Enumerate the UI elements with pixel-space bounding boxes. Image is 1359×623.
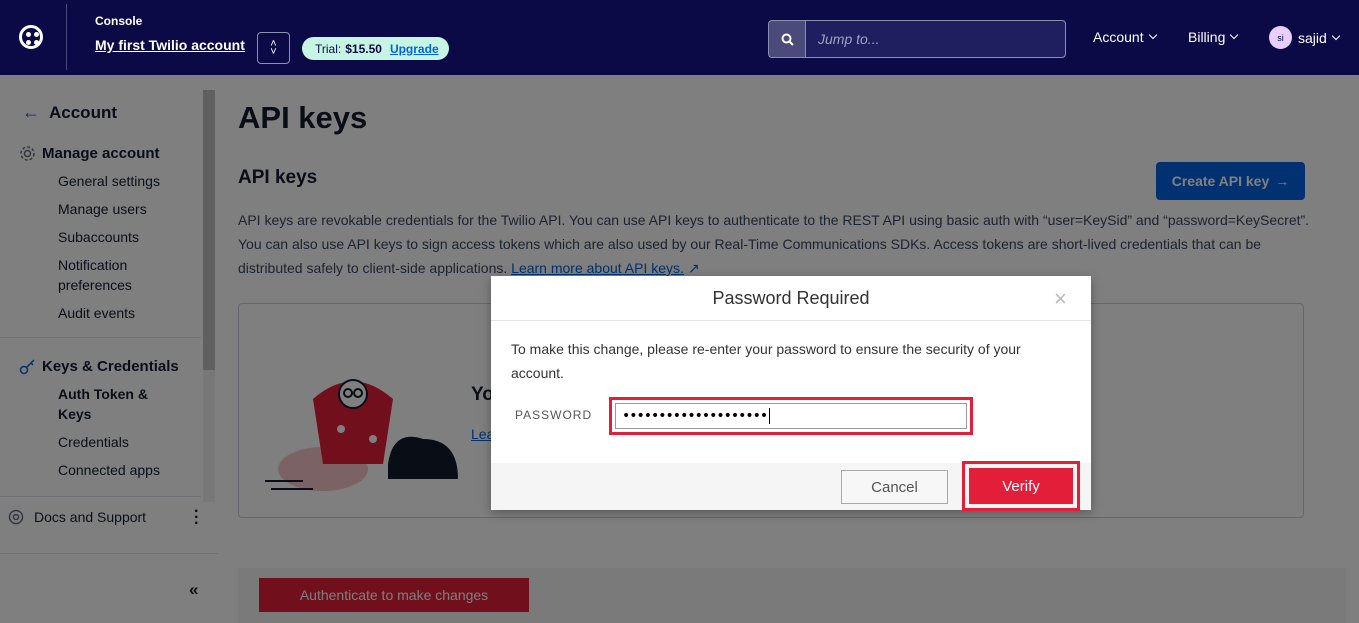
- trial-balance-badge: Trial: $15.50 Upgrade: [302, 37, 449, 60]
- topbar-divider: [66, 4, 67, 70]
- account-name-link[interactable]: My first Twilio account: [95, 37, 245, 53]
- top-navigation-bar: Console My first Twilio account ˄ ˅ Tria…: [0, 0, 1359, 75]
- chevron-down-icon: [1331, 31, 1341, 40]
- chevron-down-icon: ˅: [270, 46, 277, 58]
- console-label: Console: [95, 14, 143, 28]
- user-menu[interactable]: si sajid: [1269, 26, 1341, 49]
- search-button[interactable]: [768, 20, 806, 58]
- password-required-dialog: Password Required × To make this change,…: [491, 276, 1091, 511]
- avatar: si: [1269, 26, 1292, 49]
- billing-menu[interactable]: Billing: [1188, 29, 1239, 45]
- close-icon[interactable]: ×: [1054, 286, 1067, 312]
- verify-button[interactable]: Verify: [969, 468, 1073, 504]
- search-icon: [781, 33, 794, 46]
- twilio-logo-icon[interactable]: [19, 25, 43, 49]
- account-menu[interactable]: Account: [1093, 29, 1157, 45]
- password-input[interactable]: ••••••••••••••••••••: [615, 403, 967, 429]
- password-label: PASSWORD: [515, 408, 593, 422]
- dialog-title: Password Required: [712, 288, 870, 308]
- password-value: ••••••••••••••••••••: [622, 408, 768, 424]
- trial-amount: $15.50: [345, 41, 382, 56]
- billing-menu-label: Billing: [1188, 29, 1226, 45]
- cancel-button[interactable]: Cancel: [841, 470, 948, 504]
- trial-label: Trial:: [315, 41, 342, 56]
- account-menu-label: Account: [1093, 29, 1144, 45]
- password-field-highlight: ••••••••••••••••••••: [609, 397, 973, 435]
- user-name: sajid: [1298, 29, 1327, 46]
- chevron-down-icon: [1148, 30, 1157, 40]
- account-switcher-button[interactable]: ˄ ˅: [257, 32, 290, 64]
- verify-button-highlight: Verify: [962, 461, 1080, 511]
- dialog-message: To make this change, please re-enter you…: [511, 341, 1021, 381]
- chevron-down-icon: [1230, 30, 1239, 40]
- upgrade-link[interactable]: Upgrade: [390, 42, 439, 56]
- search-input[interactable]: [805, 20, 1066, 58]
- text-cursor: [769, 408, 771, 424]
